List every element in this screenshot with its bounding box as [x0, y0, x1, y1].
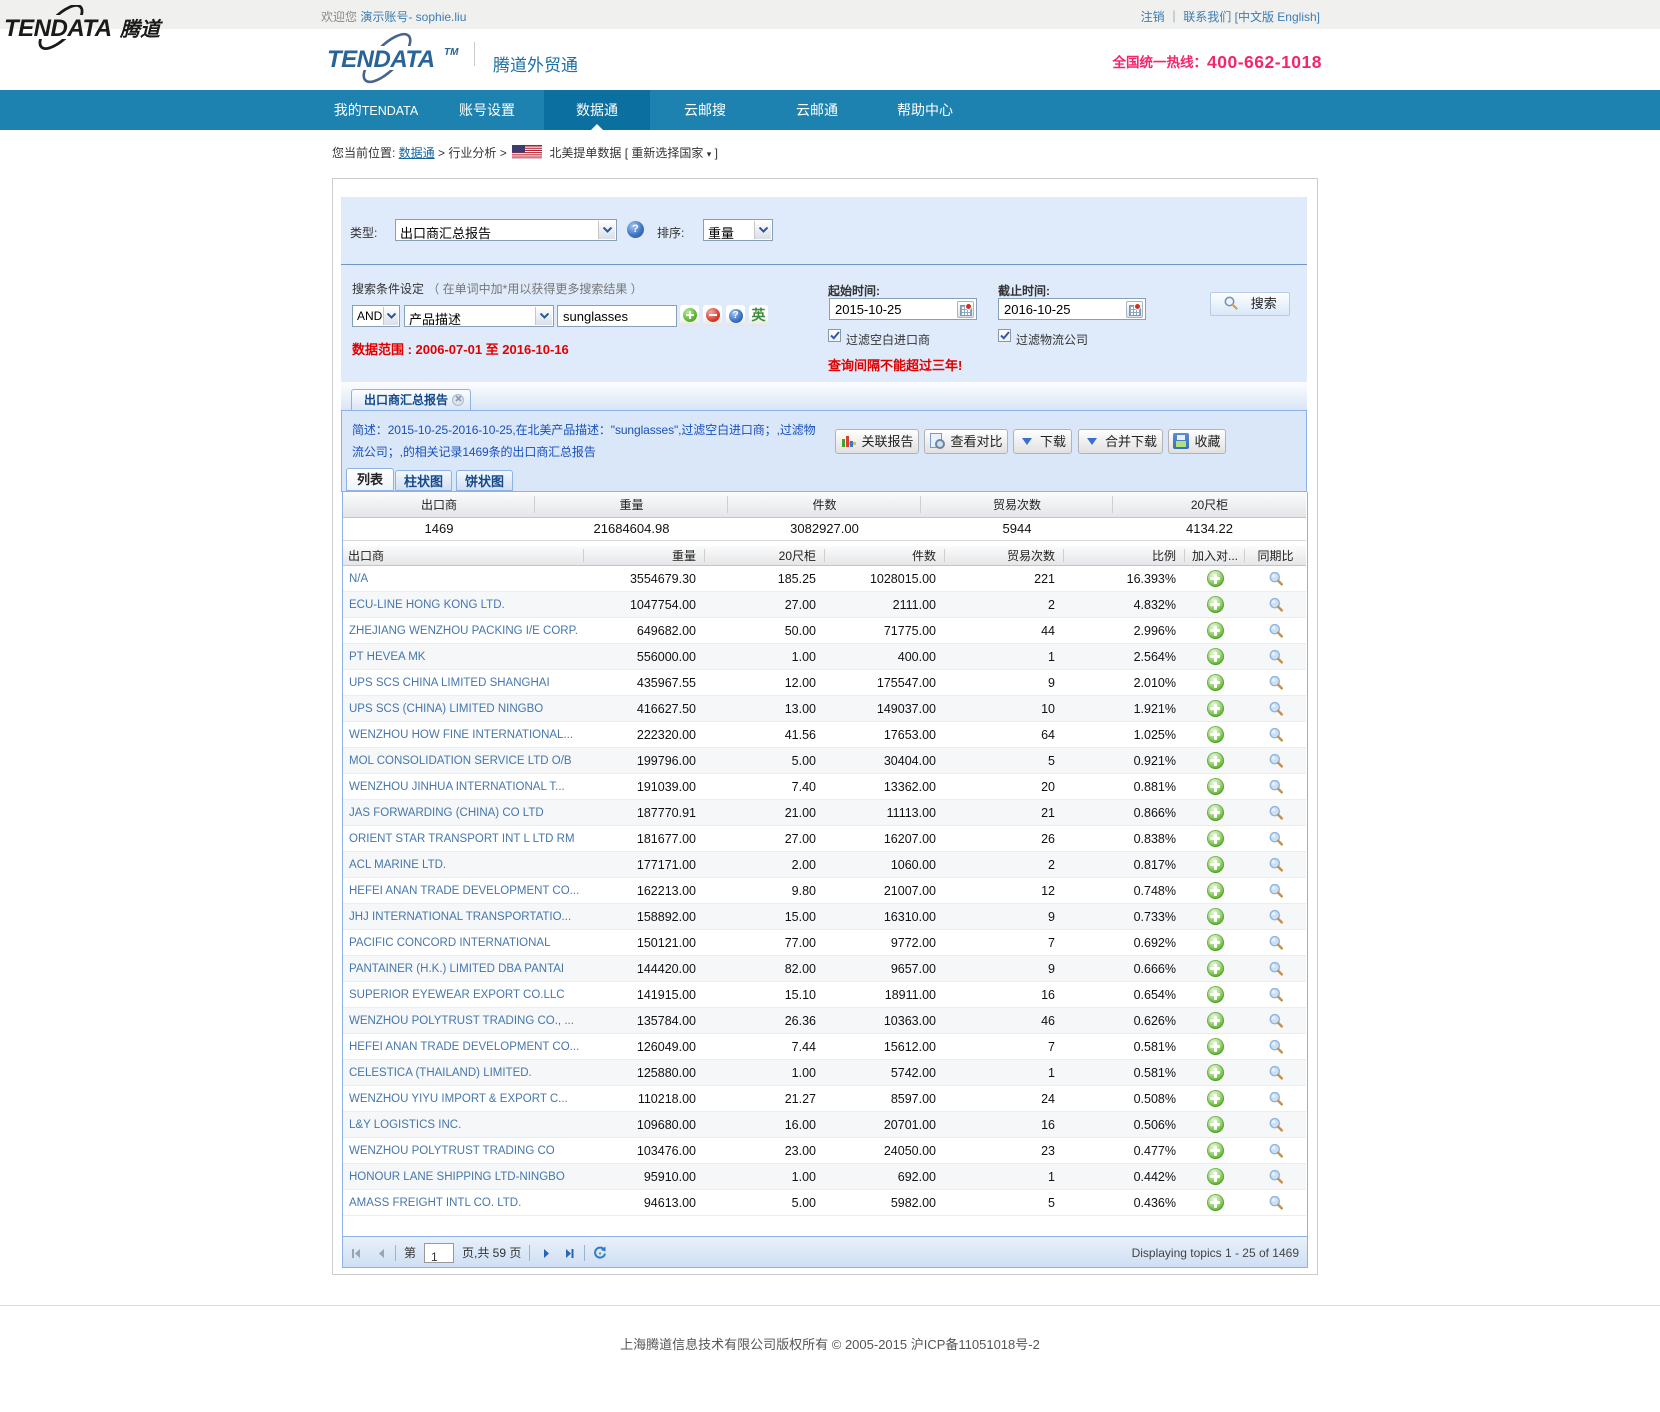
svg-text:腾道: 腾道: [119, 18, 163, 41]
svg-text:TENDATA: TENDATA: [327, 46, 435, 73]
svg-text:TENDATA: TENDATA: [4, 15, 112, 42]
svg-text:TM: TM: [444, 47, 459, 58]
